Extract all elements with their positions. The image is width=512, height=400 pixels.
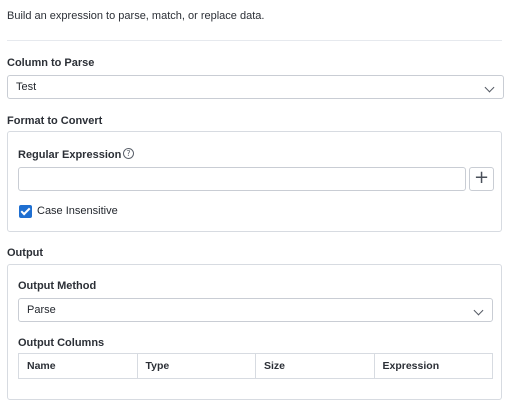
divider <box>7 40 502 41</box>
column-header-size[interactable]: Size <box>255 353 375 379</box>
output-label: Output <box>7 247 44 259</box>
column-to-parse-label: Column to Parse <box>7 57 95 69</box>
output-columns-table: Name Type Size Expression <box>18 353 493 379</box>
regular-expression-label: Regular Expression <box>18 149 122 161</box>
column-to-parse-value: Test <box>16 81 37 93</box>
chevron-down-icon <box>484 82 495 93</box>
column-header-expression[interactable]: Expression <box>373 353 493 379</box>
case-insensitive-checkbox[interactable] <box>19 205 32 218</box>
format-to-convert-label: Format to Convert <box>7 115 103 127</box>
output-method-label: Output Method <box>18 280 97 292</box>
output-method-select[interactable]: Parse <box>18 298 493 322</box>
table-header-row: Name Type Size Expression <box>18 353 493 379</box>
case-insensitive-label[interactable]: Case Insensitive <box>37 205 118 217</box>
chevron-down-icon <box>473 305 484 316</box>
regular-expression-input[interactable] <box>18 167 466 191</box>
output-columns-label: Output Columns <box>18 337 105 349</box>
help-icon[interactable]: ? <box>123 148 134 159</box>
output-method-value: Parse <box>27 304 56 316</box>
intro-text: Build an expression to parse, match, or … <box>7 10 265 22</box>
column-header-type[interactable]: Type <box>136 353 256 379</box>
column-header-name[interactable]: Name <box>18 353 138 379</box>
column-to-parse-select[interactable]: Test <box>7 75 504 99</box>
add-expression-button[interactable]: + <box>469 167 494 191</box>
